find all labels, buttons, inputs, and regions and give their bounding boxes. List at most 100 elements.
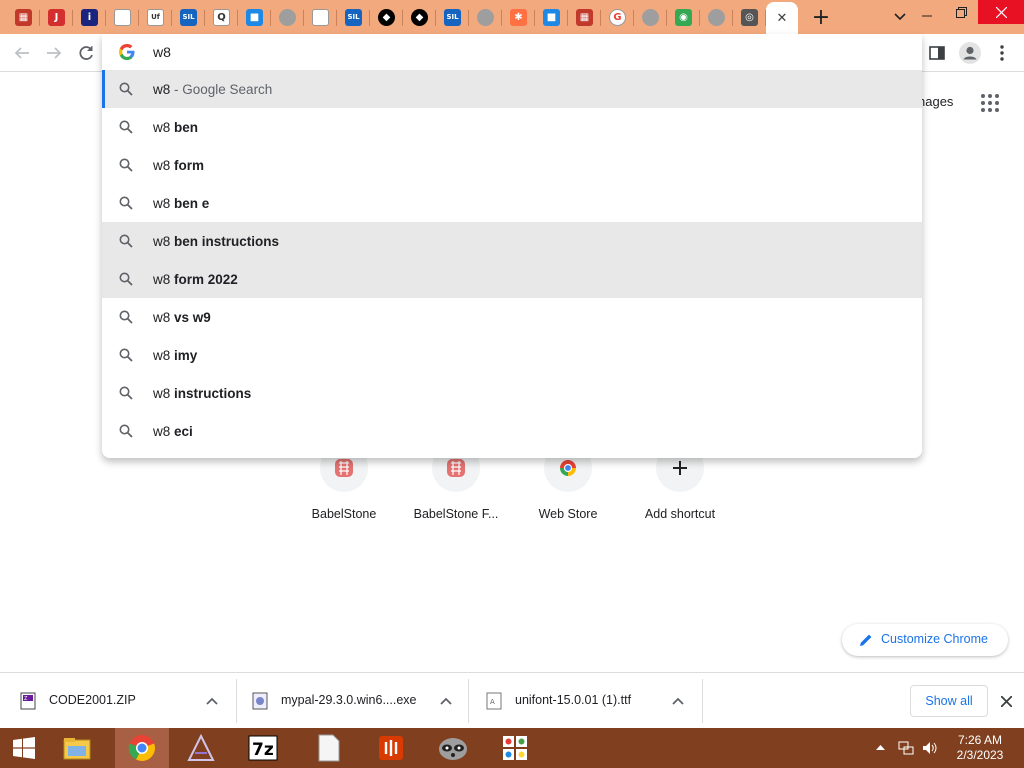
suggestion-prefix: w8 <box>153 271 175 287</box>
taskbar-app-a[interactable] <box>174 728 228 768</box>
clock-date: 2/3/2023 <box>956 748 1004 762</box>
tab[interactable] <box>304 2 337 32</box>
tab[interactable]: ■ <box>535 2 568 32</box>
babelstone-icon: ▦ <box>576 8 593 26</box>
download-item[interactable]: A unifont-15.0.01 (1).ttf <box>466 679 702 723</box>
tab[interactable]: Q <box>205 2 238 32</box>
tab[interactable]: ● <box>700 2 733 32</box>
start-button[interactable] <box>0 728 48 768</box>
document-icon <box>312 8 329 26</box>
tab[interactable]: ◎ <box>733 2 766 32</box>
chevron-up-icon[interactable] <box>876 744 885 750</box>
suggestion-prefix: w8 <box>153 309 175 325</box>
tab[interactable]: ● <box>634 2 667 32</box>
close-tab-icon[interactable]: ✕ <box>777 11 788 26</box>
chevron-up-icon[interactable] <box>668 691 688 711</box>
tab[interactable]: ◆ <box>403 2 436 32</box>
suggestion-item[interactable]: w8 eci <box>102 412 922 450</box>
star-icon: ✱ <box>510 8 527 26</box>
search-icon <box>119 310 133 324</box>
tab[interactable]: ● <box>469 2 502 32</box>
chevron-up-icon[interactable] <box>436 691 456 711</box>
taskbar-7zip[interactable]: 7z <box>236 728 290 768</box>
show-all-button[interactable]: Show all <box>910 685 988 717</box>
suggestion-item[interactable]: w8 form <box>102 146 922 184</box>
tab[interactable]: ◆ <box>370 2 403 32</box>
back-button[interactable] <box>7 38 37 68</box>
maps-icon: ◉ <box>675 8 692 26</box>
taskbar-blank-file[interactable] <box>302 728 356 768</box>
suggestion-item[interactable]: w8 ben instructions <box>102 222 922 260</box>
globe-icon: ● <box>477 8 494 26</box>
suggestion-completion: form <box>174 157 205 173</box>
tab[interactable]: SIL <box>436 2 469 32</box>
suggestion-item[interactable]: w8 ben <box>102 108 922 146</box>
windows-icon <box>13 737 35 759</box>
images-link[interactable]: nages <box>918 94 953 109</box>
omnibox-input[interactable]: w8 <box>102 34 922 70</box>
suggestion-item[interactable]: w8 imy <box>102 336 922 374</box>
divider <box>702 679 703 723</box>
tab-active[interactable]: ✕ <box>766 2 798 34</box>
sil-icon: SIL <box>444 8 461 26</box>
uf-icon: Uf <box>147 8 164 26</box>
suggestion-text: w8 ben e <box>153 196 209 211</box>
close-shelf-button[interactable] <box>996 691 1016 711</box>
suggestion-completion: instructions <box>174 385 252 401</box>
tab[interactable]: i <box>73 2 106 32</box>
tab[interactable]: J <box>40 2 73 32</box>
suggestion-item[interactable]: w8 form 2022 <box>102 260 922 298</box>
side-panel-button[interactable] <box>923 39 951 67</box>
suggestion-item[interactable]: w8 ben e <box>102 184 922 222</box>
new-tab-button[interactable]: + <box>805 2 837 32</box>
network-icon[interactable] <box>898 740 914 756</box>
search-icon <box>119 424 133 438</box>
omnibox-text[interactable]: w8 <box>153 44 171 60</box>
taskbar-chrome[interactable] <box>115 728 169 768</box>
search-icon <box>119 234 133 248</box>
omnibox-dropdown: w8 w8 - Google Search w8 ben w8 form w8 ben… <box>102 34 922 458</box>
tab[interactable]: SIL <box>337 2 370 32</box>
google-apps-icon[interactable] <box>981 94 999 112</box>
tab[interactable]: ● <box>271 2 304 32</box>
suggestion-prefix: w8 <box>153 195 175 211</box>
suggestion-completion: ben instructions <box>174 233 280 249</box>
tab[interactable]: ✱ <box>502 2 535 32</box>
colorful-icon: ■ <box>246 8 263 26</box>
profile-button[interactable] <box>956 39 984 67</box>
download-item[interactable]: Z CODE2001.ZIP <box>0 679 236 723</box>
tab[interactable]: ◉ <box>667 2 700 32</box>
tab[interactable] <box>106 2 139 32</box>
tab[interactable]: ▦ <box>568 2 601 32</box>
suggestion-description: - Google Search <box>170 81 273 97</box>
suggestion-prefix: w8 <box>153 119 175 135</box>
tab[interactable]: ▦ <box>7 2 40 32</box>
download-filename: CODE2001.ZIP <box>49 693 136 707</box>
suggestion-item[interactable]: w8 instructions <box>102 374 922 412</box>
suggestion-item[interactable]: w8 - Google Search <box>102 70 922 108</box>
tab[interactable]: Uf <box>139 2 172 32</box>
minimize-button[interactable] <box>910 0 944 24</box>
chevron-up-icon[interactable] <box>202 691 222 711</box>
taskbar-grid-app[interactable] <box>488 728 542 768</box>
taskbar-raccoon[interactable] <box>426 728 480 768</box>
tab[interactable]: SIL <box>172 2 205 32</box>
taskbar-office[interactable] <box>364 728 418 768</box>
forward-button[interactable] <box>39 38 69 68</box>
menu-button[interactable] <box>988 39 1016 67</box>
tab[interactable]: ■ <box>238 2 271 32</box>
suggestion-text: w8 - Google Search <box>153 82 272 97</box>
suggestion-item[interactable]: w8 vs w9 <box>102 298 922 336</box>
close-window-button[interactable] <box>978 0 1024 24</box>
system-clock[interactable]: 7:26 AM 2/3/2023 <box>948 733 1012 763</box>
tab[interactable]: G <box>601 2 634 32</box>
reload-icon <box>79 46 93 60</box>
j-red-icon: J <box>48 8 65 26</box>
customize-chrome-button[interactable]: Customize Chrome <box>842 624 1008 656</box>
reload-button[interactable] <box>71 38 101 68</box>
pencil-icon <box>860 634 872 646</box>
volume-icon[interactable] <box>922 740 938 756</box>
taskbar-file-explorer[interactable] <box>50 728 104 768</box>
restore-button[interactable] <box>944 0 978 24</box>
download-item[interactable]: mypal-29.3.0.win6....exe <box>232 679 468 723</box>
